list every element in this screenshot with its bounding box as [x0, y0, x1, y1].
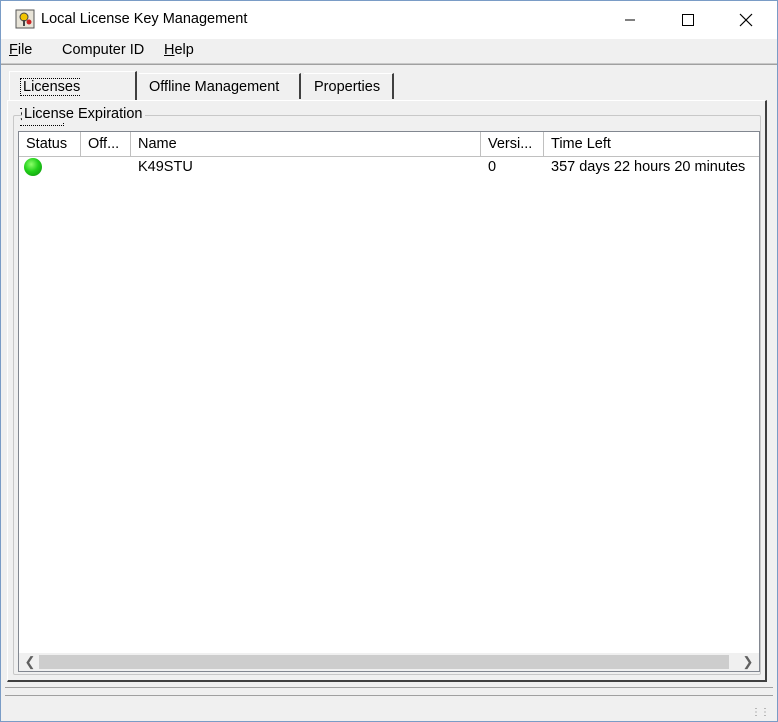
status-ok-icon: [24, 158, 42, 176]
minimize-icon: [625, 19, 635, 21]
cell-version: 0: [488, 159, 497, 175]
column-header-version[interactable]: Versi...: [481, 132, 544, 156]
table-row[interactable]: K49STU 0 357 days 22 hours 20 minutes: [19, 156, 759, 178]
window-title: Local License Key Management: [41, 11, 248, 27]
cell-time-left: 357 days 22 hours 20 minutes: [551, 159, 746, 175]
resize-grip-icon[interactable]: ⋮⋮: [751, 707, 770, 718]
tab-label: Properties: [314, 79, 381, 95]
close-button[interactable]: [717, 1, 775, 39]
column-header-offline[interactable]: Off...: [81, 132, 131, 156]
title-bar[interactable]: Local License Key Management: [1, 1, 777, 39]
tab-properties[interactable]: Properties: [304, 73, 394, 99]
maximize-icon: [682, 14, 694, 26]
app-window: Local License Key Management File Comput…: [0, 0, 778, 722]
menu-file[interactable]: File: [9, 42, 32, 58]
bottom-separator: [5, 687, 773, 688]
tab-licenses-status[interactable]: Licenses Status: [9, 71, 137, 126]
tab-offline-management[interactable]: Offline Management: [139, 73, 301, 99]
close-icon: [739, 13, 753, 27]
license-list[interactable]: Status Off... Name Versi... Time Left K4…: [18, 131, 760, 672]
column-header-name[interactable]: Name: [131, 132, 481, 156]
scroll-left-icon[interactable]: ❮: [21, 653, 39, 671]
cell-name: K49STU: [138, 159, 193, 175]
group-label: License Expiration: [22, 106, 145, 122]
menu-bar: File Computer ID Help: [1, 39, 777, 64]
list-header: Status Off... Name Versi... Time Left: [19, 132, 759, 157]
column-header-time-left[interactable]: Time Left: [544, 132, 759, 156]
horizontal-scrollbar[interactable]: ❮ ❯: [19, 653, 759, 671]
status-bar: ⋮⋮: [5, 695, 773, 720]
scroll-right-icon[interactable]: ❯: [739, 653, 757, 671]
maximize-button[interactable]: [659, 1, 717, 39]
license-expiration-group: License Expiration Status Off... Name Ve…: [13, 106, 761, 675]
minimize-button[interactable]: [601, 1, 659, 39]
cell-offline: [81, 156, 131, 178]
column-header-status[interactable]: Status: [19, 132, 81, 156]
tab-panel: License Expiration Status Off... Name Ve…: [7, 100, 767, 682]
tab-label: Offline Management: [149, 79, 280, 95]
menu-separator: [1, 64, 777, 65]
scrollbar-thumb[interactable]: [39, 655, 729, 669]
menu-computer-id[interactable]: Computer ID: [62, 42, 144, 58]
key-license-icon: [15, 9, 35, 29]
menu-help[interactable]: Help: [164, 42, 194, 58]
